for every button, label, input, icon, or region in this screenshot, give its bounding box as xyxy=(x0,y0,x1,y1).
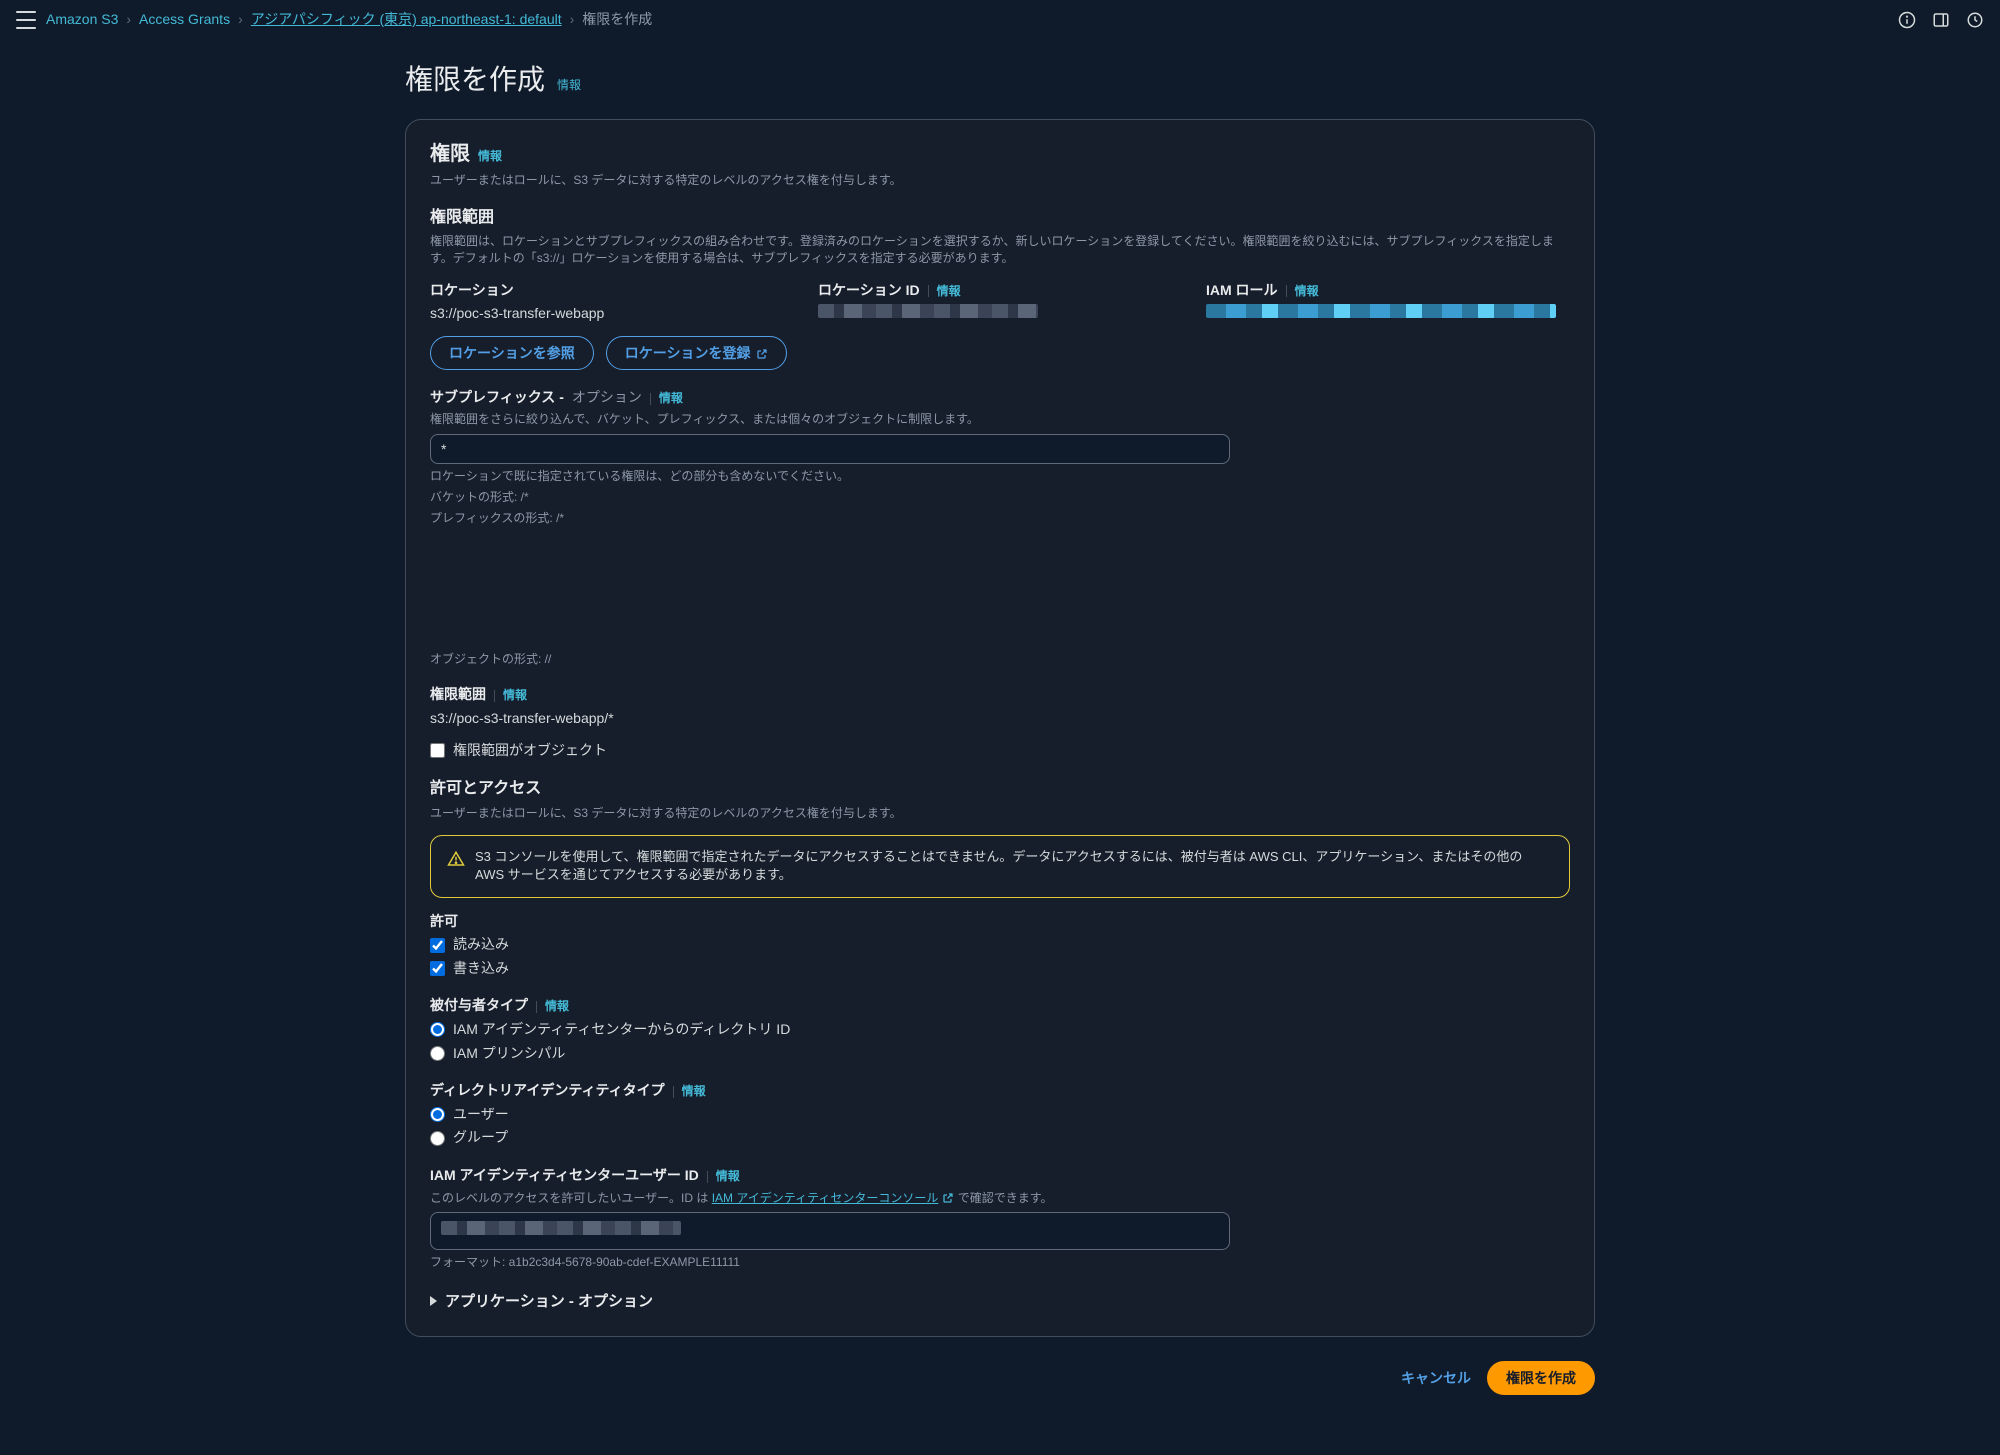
iam-role-label: IAM ロール xyxy=(1206,281,1278,301)
read-checkbox[interactable] xyxy=(430,938,445,953)
dir-user-label[interactable]: ユーザー xyxy=(453,1105,509,1125)
scope-is-object-checkbox[interactable] xyxy=(430,743,445,758)
clock-icon[interactable] xyxy=(1966,11,1984,29)
warning-text: S3 コンソールを使用して、権限範囲で指定されたデータにアクセスすることはできま… xyxy=(475,848,1553,884)
cancel-button[interactable]: キャンセル xyxy=(1401,1368,1471,1388)
scope-label2: 権限範囲 xyxy=(430,685,486,705)
iam-role-info-link[interactable]: 情報 xyxy=(1286,283,1319,300)
info-icon[interactable] xyxy=(1898,11,1916,29)
dir-identity-type-info-link[interactable]: 情報 xyxy=(673,1083,706,1100)
iam-identity-center-console-link[interactable]: IAM アイデンティティセンターコンソール xyxy=(712,1190,955,1207)
panel-title-text: 権限 xyxy=(430,140,470,168)
grantee-directory-label[interactable]: IAM アイデンティティセンターからのディレクトリ ID xyxy=(453,1020,790,1040)
iam-user-id-info-link[interactable]: 情報 xyxy=(707,1168,740,1185)
iam-role-value xyxy=(1206,304,1570,324)
warning-alert: S3 コンソールを使用して、権限範囲で指定されたデータにアクセスすることはできま… xyxy=(430,835,1570,897)
read-label[interactable]: 読み込み xyxy=(453,935,509,955)
caret-right-icon xyxy=(430,1296,437,1306)
subprefix-hint2: バケットの形式: /* xyxy=(430,489,1570,506)
grantee-principal-label[interactable]: IAM プリンシパル xyxy=(453,1044,565,1064)
hamburger-menu-icon[interactable] xyxy=(16,11,36,29)
external-link-icon xyxy=(942,1192,954,1204)
breadcrumb-current: 権限を作成 xyxy=(582,10,652,30)
access-desc: ユーザーまたはロールに、S3 データに対する特定のレベルのアクセス権を付与します… xyxy=(430,805,1570,822)
scope-desc: 権限範囲は、ロケーションとサブプレフィックスの組み合わせです。登録済みのロケーシ… xyxy=(430,233,1570,267)
scope-value2: s3://poc-s3-transfer-webapp/* xyxy=(430,709,1570,729)
page-info-link[interactable]: 情報 xyxy=(557,77,581,94)
permissions-panel: 権限 情報 ユーザーまたはロールに、S3 データに対する特定のレベルのアクセス権… xyxy=(405,119,1595,1337)
iam-user-id-format: フォーマット: a1b2c3d4-5678-90ab-cdef-EXAMPLE1… xyxy=(430,1254,1570,1271)
dir-user-radio[interactable] xyxy=(430,1107,445,1122)
subprefix-hint1: ロケーションで既に指定されている権限は、どの部分も含めないでください。 xyxy=(430,468,1570,485)
location-id-value xyxy=(818,304,1182,324)
breadcrumb-access-grants[interactable]: Access Grants xyxy=(139,10,230,30)
breadcrumb-s3[interactable]: Amazon S3 xyxy=(46,10,118,30)
iam-user-id-desc: このレベルのアクセスを許可したいユーザー。ID は IAM アイデンティティセン… xyxy=(430,1190,1570,1207)
iam-user-id-label: IAM アイデンティティセンターユーザー ID xyxy=(430,1166,699,1186)
register-location-button-label: ロケーションを登録 xyxy=(625,343,751,363)
access-title: 許可とアクセス xyxy=(430,778,1570,800)
subprefix-hint3: プレフィックスの形式: /* xyxy=(430,510,1570,527)
application-section-label: アプリケーション - オプション xyxy=(445,1291,653,1312)
grantee-type-label: 被付与者タイプ xyxy=(430,996,528,1016)
object-format: オブジェクトの形式: // xyxy=(430,651,1570,668)
panel-toggle-icon[interactable] xyxy=(1932,11,1950,29)
subprefix-input[interactable] xyxy=(430,434,1230,464)
external-link-icon xyxy=(756,347,768,359)
subprefix-label: サブプレフィックス - xyxy=(430,388,564,408)
scope-info-link2[interactable]: 情報 xyxy=(494,687,527,704)
browse-location-button[interactable]: ロケーションを参照 xyxy=(430,336,594,370)
dir-identity-type-label: ディレクトリアイデンティティタイプ xyxy=(430,1081,665,1101)
panel-desc: ユーザーまたはロールに、S3 データに対する特定のレベルのアクセス権を付与します… xyxy=(430,172,1570,189)
subprefix-desc: 権限範囲をさらに絞り込んで、バケット、プレフィックス、または個々のオブジェクトに… xyxy=(430,411,1570,428)
subprefix-info-link[interactable]: 情報 xyxy=(650,390,683,407)
subprefix-optional: オプション xyxy=(572,388,642,408)
panel-info-link[interactable]: 情報 xyxy=(478,148,502,165)
scope-is-object-label[interactable]: 権限範囲がオブジェクト xyxy=(453,741,607,761)
write-label[interactable]: 書き込み xyxy=(453,959,509,979)
warning-icon xyxy=(447,850,465,868)
create-grant-button[interactable]: 権限を作成 xyxy=(1487,1361,1595,1395)
grantee-principal-radio[interactable] xyxy=(430,1046,445,1061)
grantee-type-info-link[interactable]: 情報 xyxy=(536,998,569,1015)
scope-title: 権限範囲 xyxy=(430,207,1570,229)
location-value: s3://poc-s3-transfer-webapp xyxy=(430,304,794,324)
permit-label: 許可 xyxy=(430,912,1570,932)
location-id-info-link[interactable]: 情報 xyxy=(928,283,961,300)
grantee-directory-radio[interactable] xyxy=(430,1022,445,1037)
dir-group-label[interactable]: グループ xyxy=(453,1128,508,1148)
breadcrumb-sep: › xyxy=(126,10,131,30)
location-id-label: ロケーション ID xyxy=(818,281,920,301)
dir-group-radio[interactable] xyxy=(430,1131,445,1146)
iam-user-id-input[interactable] xyxy=(430,1212,1230,1250)
location-label: ロケーション xyxy=(430,281,794,301)
breadcrumb: Amazon S3 › Access Grants › アジアパシフィック (東… xyxy=(46,10,652,30)
write-checkbox[interactable] xyxy=(430,961,445,976)
page-title: 権限を作成 xyxy=(405,60,545,99)
breadcrumb-region[interactable]: アジアパシフィック (東京) ap-northeast-1: default xyxy=(251,10,562,30)
application-section-toggle[interactable]: アプリケーション - オプション xyxy=(430,1291,1570,1312)
breadcrumb-sep: › xyxy=(238,10,243,30)
breadcrumb-sep: › xyxy=(570,10,575,30)
register-location-button[interactable]: ロケーションを登録 xyxy=(606,336,788,370)
